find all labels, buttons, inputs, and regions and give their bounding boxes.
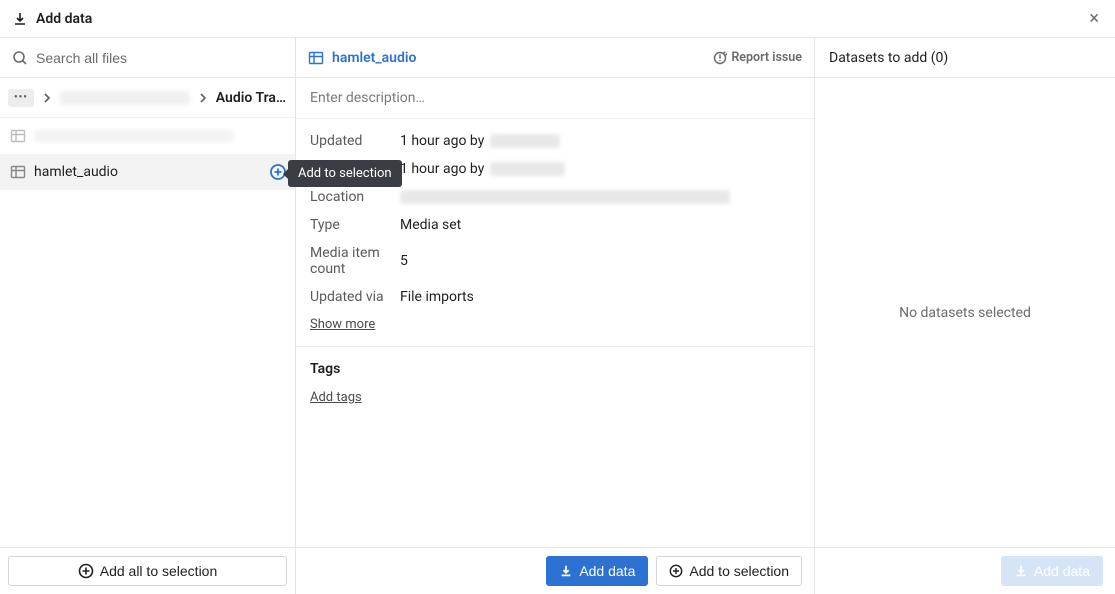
dialog-header: Add data × — [0, 0, 1115, 38]
report-issue-button[interactable]: Report issue — [713, 50, 802, 65]
metadata-section: Updated 1 hour ago by Created 1 hour ago… — [296, 119, 814, 347]
empty-text: No datasets selected — [899, 305, 1031, 321]
add-data-button[interactable]: Add data — [546, 556, 648, 586]
add-tags-link[interactable]: Add tags — [310, 390, 362, 405]
description-placeholder: Enter description… — [310, 90, 425, 106]
details-panel: hamlet_audio Report issue Enter descript… — [296, 38, 815, 594]
download-icon — [1014, 564, 1028, 578]
left-panel: ••• Audio Tra… — [0, 38, 296, 594]
selection-footer: Add data — [815, 547, 1115, 594]
meta-row-type: Type Media set — [310, 217, 800, 233]
button-label: Add to selection — [689, 563, 789, 579]
tags-section: Tags Add tags — [296, 347, 814, 419]
redacted-location — [400, 190, 730, 204]
redacted-user — [490, 162, 565, 176]
download-icon — [12, 11, 28, 27]
meta-row-show-more: Show more — [310, 317, 800, 332]
plus-circle-icon — [669, 564, 683, 578]
report-issue-label: Report issue — [731, 50, 802, 65]
warning-icon — [713, 51, 727, 65]
tooltip: Add to selection — [288, 160, 402, 187]
meta-value — [400, 189, 730, 205]
close-button[interactable]: × — [1085, 4, 1103, 33]
meta-label: Location — [310, 189, 400, 205]
list-item[interactable]: hamlet_audio — [0, 154, 295, 190]
show-more-link[interactable]: Show more — [310, 317, 375, 332]
meta-value: 1 hour ago by — [400, 133, 560, 149]
meta-text: 1 hour ago by — [400, 161, 484, 177]
list-item-label: hamlet_audio — [34, 164, 118, 180]
meta-row-location: Location — [310, 189, 800, 205]
description-field[interactable]: Enter description… — [296, 78, 814, 119]
chevron-right-icon — [42, 93, 52, 103]
dialog-title-wrap: Add data — [12, 11, 92, 27]
selection-header: Datasets to add (0) — [815, 38, 1115, 78]
plus-circle-icon — [78, 563, 94, 579]
chevron-right-icon — [198, 93, 208, 103]
dataset-icon — [10, 128, 26, 144]
breadcrumb-current[interactable]: Audio Tra… — [216, 90, 287, 106]
dataset-icon — [308, 50, 324, 66]
meta-label: Updated via — [310, 289, 400, 305]
search-input[interactable] — [36, 50, 283, 66]
breadcrumb: ••• Audio Tra… — [0, 78, 295, 118]
meta-value: 5 — [400, 245, 408, 277]
meta-value: Media set — [400, 217, 461, 233]
details-header: hamlet_audio Report issue — [296, 38, 814, 78]
list-item-label-redacted — [34, 130, 234, 142]
list-item[interactable] — [0, 118, 295, 154]
meta-text: 1 hour ago by — [400, 133, 484, 149]
add-all-to-selection-button[interactable]: Add all to selection — [8, 556, 287, 586]
dialog-title: Add data — [36, 11, 92, 27]
file-list: hamlet_audio — [0, 118, 295, 547]
dataset-icon — [10, 164, 26, 180]
selection-empty-state: No datasets selected — [815, 78, 1115, 547]
search-bar[interactable] — [0, 38, 295, 78]
meta-label: Updated — [310, 133, 400, 149]
breadcrumb-redacted — [60, 91, 190, 105]
left-footer: Add all to selection — [0, 547, 295, 594]
add-to-selection-button[interactable]: Add to selection — [656, 556, 802, 586]
meta-row-media-count: Media item count 5 — [310, 245, 800, 277]
meta-label: Type — [310, 217, 400, 233]
meta-row-updated: Updated 1 hour ago by — [310, 133, 800, 149]
selection-panel: Datasets to add (0) No datasets selected… — [815, 38, 1115, 594]
button-label: Add data — [1034, 563, 1090, 579]
details-footer: Add data Add to selection — [296, 547, 814, 594]
redacted-user — [490, 134, 560, 148]
add-data-button-disabled: Add data — [1001, 556, 1103, 586]
tags-heading: Tags — [310, 361, 800, 377]
meta-row-updated-via: Updated via File imports — [310, 289, 800, 305]
add-data-dialog: Add data × ••• — [0, 0, 1115, 594]
meta-value: File imports — [400, 289, 474, 305]
meta-label: Media item count — [310, 245, 400, 277]
dialog-body: ••• Audio Tra… — [0, 38, 1115, 594]
meta-value: 1 hour ago by — [400, 161, 565, 177]
button-label: Add all to selection — [100, 563, 218, 579]
details-title-wrap[interactable]: hamlet_audio — [308, 50, 416, 66]
details-title: hamlet_audio — [332, 50, 416, 66]
download-icon — [559, 564, 573, 578]
search-icon — [12, 50, 28, 66]
button-label: Add data — [579, 563, 635, 579]
breadcrumb-more[interactable]: ••• — [8, 89, 34, 107]
